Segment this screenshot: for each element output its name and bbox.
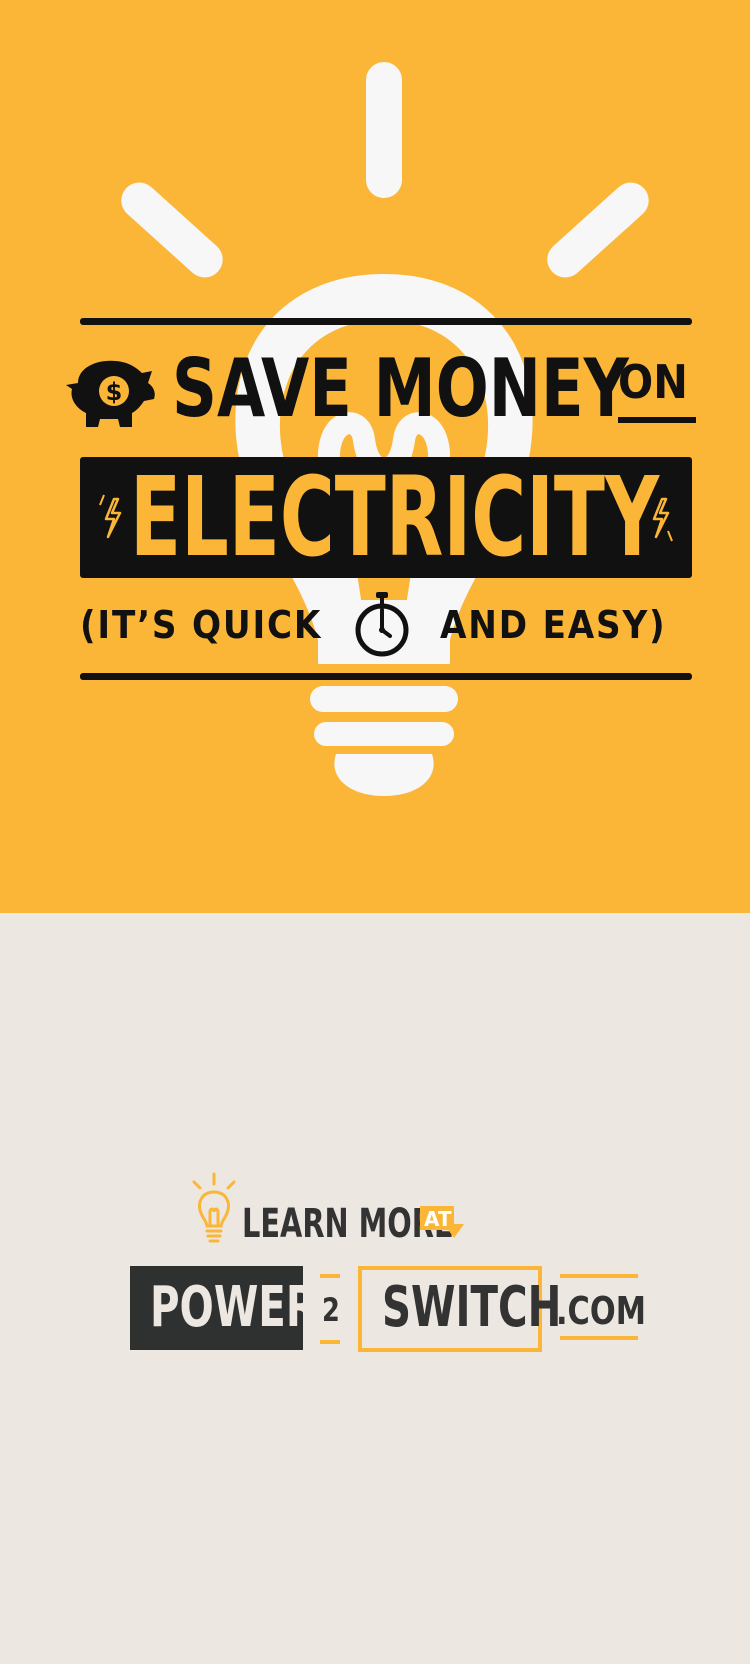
logo-two: 2: [320, 1274, 340, 1344]
bottom-rule: [80, 673, 692, 680]
electricity-banner: ELECTRICITY: [80, 457, 692, 578]
subtitle-row: (IT’S QUICK AND EASY): [80, 592, 692, 658]
logo-com-bottom-bar: [560, 1336, 638, 1340]
headline-row: $ SAVE MONEY ON: [60, 345, 700, 435]
lightning-bolt-icon: [652, 497, 673, 542]
stopwatch-icon: [355, 592, 409, 657]
learn-more-row: LEARN MORE AT: [188, 1172, 488, 1252]
subtitle-easy: AND EASY): [440, 603, 667, 647]
electricity-word: ELECTRICITY: [130, 457, 660, 578]
top-rule: [80, 318, 692, 325]
logo-power-box: POWER: [130, 1266, 317, 1350]
logo-com: .COM: [556, 1274, 646, 1344]
logo-switch-box: SWITCH: [358, 1266, 561, 1352]
logo-com-top-bar: [560, 1274, 638, 1278]
logo-power-text: POWER: [150, 1275, 317, 1340]
power2switch-logo[interactable]: POWER 2 SWITCH .COM: [130, 1266, 650, 1352]
lightning-bolt-icon: [99, 494, 122, 539]
logo-two-top-bar: [320, 1274, 340, 1278]
headline-save-money: SAVE MONEY: [172, 342, 629, 435]
logo-switch-text: SWITCH: [382, 1275, 562, 1340]
at-label: AT: [424, 1207, 452, 1231]
logo-two-text: 2: [322, 1291, 340, 1329]
headline-on: ON: [618, 355, 688, 409]
logo-com-text: .COM: [556, 1289, 646, 1333]
logo-two-bottom-bar: [320, 1340, 340, 1344]
subtitle-quick: (IT’S QUICK: [80, 603, 323, 647]
poster-hero: $ SAVE MONEY ON ELECTRICITY (IT’S QUICK …: [0, 0, 750, 913]
lightbulb-icon: [192, 1172, 236, 1243]
piggy-dollar-sign: $: [106, 378, 123, 406]
on-underline: [618, 417, 696, 423]
piggy-bank-icon: $: [66, 360, 155, 427]
